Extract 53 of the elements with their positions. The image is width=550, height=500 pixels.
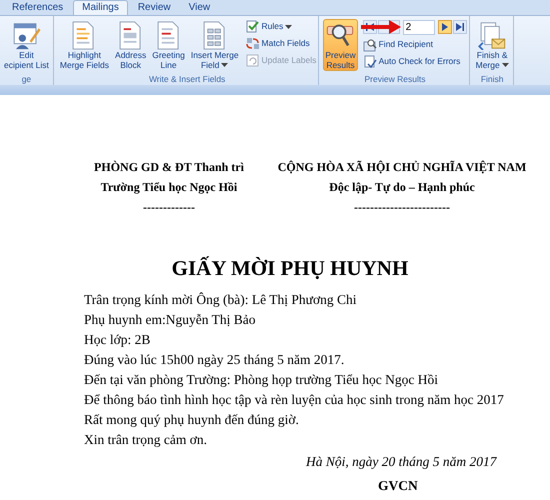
- ribbon-button[interactable]: Finish & Merge: [474, 19, 511, 71]
- body-text: Trân trọng kính mời Ông (bà): Lê Thị Phương Chi: [84, 291, 358, 309]
- ribbon-button[interactable]: Edit ecipient List: [2, 19, 51, 71]
- ribbon-tab[interactable]: View: [180, 1, 218, 15]
- date-text: Hà Nội, ngày 20 tháng 5 năm 2017: [304, 453, 498, 471]
- body-text: Xin trân trọng cảm ơn.: [84, 431, 208, 449]
- document-check-icon: [362, 54, 377, 68]
- last-record-button[interactable]: [452, 20, 467, 34]
- header-text: Độc lập- Tự do – Hạnh phúc: [329, 179, 475, 196]
- body-text: Học lớp: 2B: [84, 331, 152, 349]
- group-label: Finish: [480, 73, 504, 85]
- ribbon-button[interactable]: Match Fields: [246, 36, 316, 51]
- ribbon-button[interactable]: Insert Merge Field: [188, 19, 241, 71]
- ribbon-tab[interactable]: Mailings: [73, 0, 128, 15]
- header-text: PHÒNG GD & ĐT Thanh trì: [94, 159, 244, 176]
- body-text: Để thông báo tình hình học tập và rèn luyện của học sinh trong năm học 2017: [84, 391, 505, 409]
- document-title: GIẤY MỜI PHỤ HUYNH: [170, 255, 410, 281]
- record-number-field[interactable]: 2: [402, 20, 435, 34]
- body-text: Đến tại văn phòng Trường: Phòng họp trường Tiểu học Ngọc Hồi: [84, 371, 440, 389]
- person-list-icon: [11, 21, 42, 50]
- header-text: -------------: [143, 199, 195, 216]
- ribbon-button[interactable]: Find Recipient: [362, 37, 467, 52]
- group-label: Write & Insert Fields: [148, 73, 226, 85]
- ribbon-button[interactable]: Rules: [246, 19, 316, 34]
- header-text: CỘNG HÒA XÃ HỘI CHỦ NGHĨA VIỆT NAM: [278, 159, 526, 176]
- ribbon-tab[interactable]: Review: [130, 1, 179, 15]
- caret-icon: [221, 63, 228, 67]
- caret-icon: [502, 63, 509, 67]
- group-label: ge: [20, 73, 32, 85]
- group-label: Preview Results: [364, 73, 426, 85]
- ribbon-button[interactable]: Auto Check for Errors: [362, 54, 467, 69]
- body-text: Phụ huynh em:Nguyễn Thị Bảo: [84, 311, 256, 329]
- find-icon: [362, 38, 377, 52]
- caret-icon: [285, 24, 292, 28]
- ribbon-tab[interactable]: References: [4, 1, 72, 15]
- header-text: Trường Tiểu học Ngọc Hồi: [100, 179, 238, 196]
- body-text: Đúng vào lúc 15h00 ngày 25 tháng 5 năm 2017.: [84, 351, 346, 369]
- ribbon-button: Update Labels: [246, 53, 316, 68]
- ribbon-button[interactable]: Preview Results: [323, 19, 358, 71]
- refresh-icon: [246, 54, 260, 68]
- next-icon: [442, 23, 448, 31]
- ribbon-button[interactable]: Greeting Line: [150, 19, 187, 71]
- ribbon-button[interactable]: Highlight Merge Fields: [58, 19, 112, 71]
- next-record-button[interactable]: [438, 20, 452, 34]
- header-text: ------------------------: [354, 199, 450, 216]
- match-icon: [246, 36, 260, 50]
- last-icon: [456, 23, 464, 31]
- body-text: Rất mong quý phụ huynh đến đúng giờ.: [84, 411, 300, 429]
- documents-envelope-icon: [477, 21, 508, 50]
- signature-text: GVCN: [377, 477, 419, 495]
- rules-icon: [246, 20, 260, 34]
- ribbon-button[interactable]: Address Block: [113, 19, 148, 71]
- annotation-arrow: [361, 19, 401, 35]
